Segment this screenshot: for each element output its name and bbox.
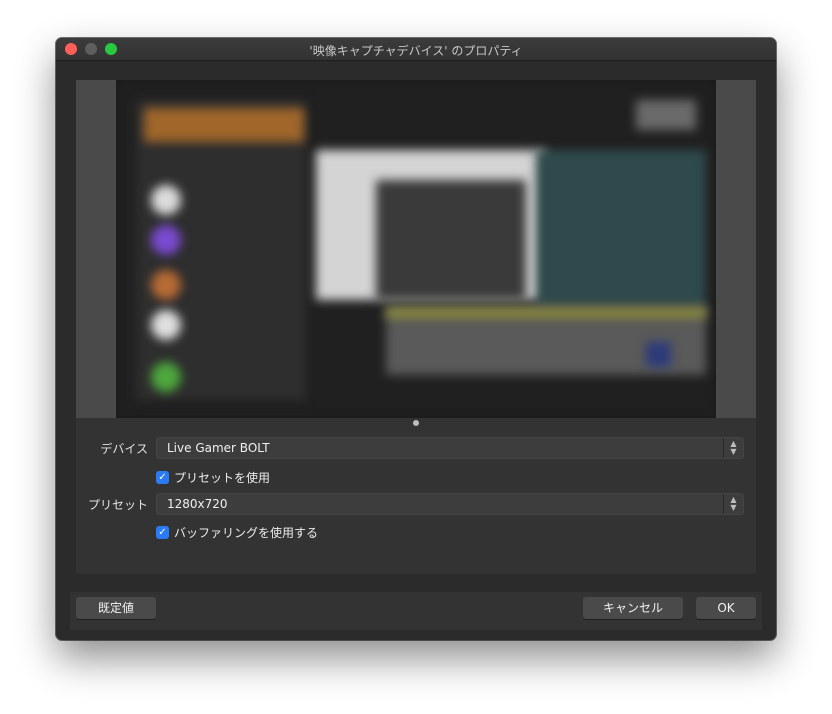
- device-select[interactable]: Live Gamer BOLT ▲ ▼: [156, 437, 744, 459]
- use-preset-checkbox[interactable]: ✓: [156, 471, 169, 484]
- preview-image: [116, 80, 716, 418]
- use-preset-label[interactable]: プリセットを使用: [174, 469, 270, 486]
- updown-arrows-icon: ▲ ▼: [723, 494, 743, 514]
- properties-dialog: '映像キャプチャデバイス' のプロパティ デバイス Live Gamer BOL…: [56, 38, 776, 640]
- use-buffering-label[interactable]: バッファリングを使用する: [174, 524, 318, 541]
- ok-button[interactable]: OK: [696, 597, 756, 619]
- preset-label: プリセット: [87, 498, 148, 512]
- preset-select[interactable]: 1280x720 ▲ ▼: [156, 493, 744, 515]
- title-bar[interactable]: '映像キャプチャデバイス' のプロパティ: [56, 38, 776, 61]
- defaults-button[interactable]: 既定値: [76, 597, 156, 619]
- device-select-value: Live Gamer BOLT: [167, 441, 270, 455]
- window-title: '映像キャプチャデバイス' のプロパティ: [309, 44, 523, 58]
- preset-select-value: 1280x720: [167, 497, 228, 511]
- cancel-button[interactable]: キャンセル: [583, 597, 683, 619]
- use-buffering-checkbox[interactable]: ✓: [156, 526, 169, 539]
- device-label: デバイス: [100, 442, 148, 456]
- updown-arrows-icon: ▲ ▼: [723, 438, 743, 458]
- source-preview: [76, 80, 756, 418]
- splitter-handle[interactable]: [413, 420, 419, 426]
